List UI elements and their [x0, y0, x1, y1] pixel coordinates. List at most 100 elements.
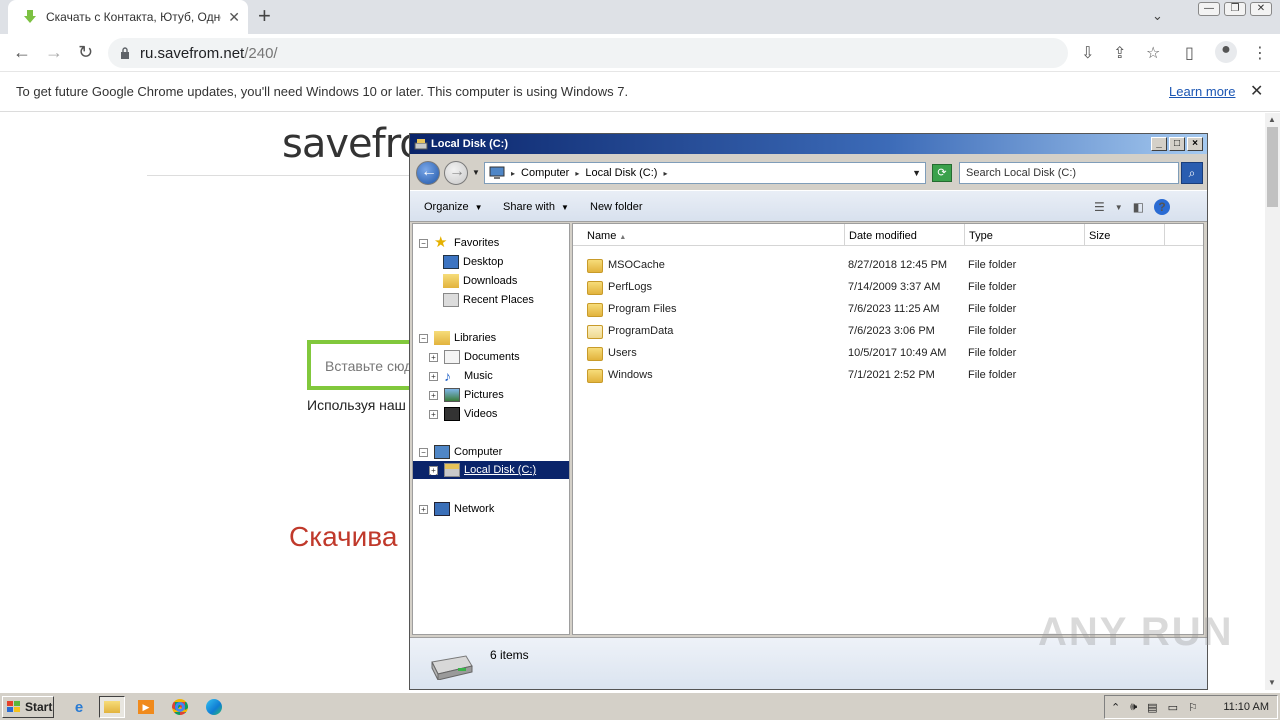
- back-arrow-icon[interactable]: ←: [13, 42, 31, 62]
- refresh-button[interactable]: ⟳: [932, 164, 952, 182]
- forward-arrow-icon[interactable]: →: [45, 42, 63, 62]
- explorer-minimize-button[interactable]: _: [1151, 137, 1167, 151]
- file-name: PerfLogs: [608, 281, 653, 293]
- clock[interactable]: 11:10 AM: [1223, 701, 1269, 713]
- explorer-back-button[interactable]: ←: [416, 161, 440, 185]
- taskbar: Start e ▶ ⌃ 🕪 ▤ ▭ ⚐ 11:10 AM: [0, 692, 1280, 720]
- taskbar-edge[interactable]: [201, 696, 227, 718]
- minimize-window-button[interactable]: —: [1198, 2, 1220, 16]
- infobar-message: To get future Google Chrome updates, you…: [16, 84, 629, 99]
- folder-icon: [587, 303, 603, 317]
- nav-music[interactable]: + ♪ Music: [429, 369, 493, 383]
- display-icon[interactable]: ▭: [1168, 701, 1178, 714]
- menu-kebab-icon[interactable]: ⋮: [1252, 43, 1268, 63]
- file-row[interactable]: Windows 7/1/2021 2:52 PM File folder: [573, 364, 1203, 386]
- browser-tab[interactable]: Скачать с Контакта, Ютуб, Одноклассников…: [8, 0, 248, 34]
- expand-icon[interactable]: +: [429, 390, 438, 400]
- share-with-menu[interactable]: Share with ▼: [503, 201, 569, 213]
- breadcrumb-separator-icon[interactable]: ▸: [663, 169, 667, 178]
- expand-icon[interactable]: +: [429, 371, 438, 381]
- file-row[interactable]: Program Files 7/6/2023 11:25 AM File folde…: [573, 298, 1203, 320]
- page-scrollbar[interactable]: [1265, 113, 1280, 690]
- file-row[interactable]: PerfLogs 7/14/2009 3:37 AM File folder: [573, 276, 1203, 298]
- expand-icon[interactable]: +: [429, 409, 438, 419]
- column-size[interactable]: Size: [1085, 224, 1165, 246]
- new-tab-button[interactable]: +: [258, 4, 271, 28]
- taskbar-chrome[interactable]: [167, 696, 193, 718]
- address-history-dropdown-icon[interactable]: ▼: [912, 168, 921, 178]
- nav-computer[interactable]: − Computer: [419, 445, 502, 459]
- preview-pane-icon[interactable]: ◧: [1133, 200, 1144, 214]
- show-hidden-icons-icon[interactable]: ⌃: [1111, 701, 1120, 714]
- file-row[interactable]: ProgramData 7/6/2023 3:06 PM File folder: [573, 320, 1203, 342]
- collapse-icon[interactable]: −: [419, 447, 428, 457]
- nav-libraries[interactable]: − Libraries: [419, 331, 496, 345]
- profile-avatar-icon[interactable]: ●: [1215, 41, 1237, 63]
- nav-network[interactable]: + Network: [419, 502, 494, 516]
- side-panel-icon[interactable]: ▯: [1185, 43, 1194, 63]
- taskbar-media-player[interactable]: ▶: [133, 696, 159, 718]
- taskbar-explorer[interactable]: [99, 696, 125, 718]
- nav-computer-label: Computer: [454, 446, 503, 458]
- nav-videos[interactable]: + Videos: [429, 407, 497, 421]
- breadcrumb-local-disk[interactable]: Local Disk (C:): [585, 167, 657, 179]
- taskbar-ie[interactable]: e: [66, 696, 92, 718]
- recent-pages-chevron-icon[interactable]: ▼: [472, 168, 480, 177]
- explorer-address-bar[interactable]: ▸ Computer ▸ Local Disk (C:) ▸ ▼: [484, 162, 926, 184]
- install-app-icon[interactable]: ⇩: [1081, 43, 1094, 63]
- start-button[interactable]: Start: [2, 696, 54, 718]
- expand-icon[interactable]: +: [419, 504, 428, 514]
- explorer-titlebar[interactable]: Local Disk (C:) _ □ ×: [410, 134, 1207, 154]
- volume-icon[interactable]: 🕪: [1130, 701, 1137, 714]
- nav-local-disk[interactable]: + Local Disk (C:): [413, 461, 569, 479]
- tab-search-chevron-icon[interactable]: ⌄: [1152, 8, 1163, 24]
- scroll-up-icon[interactable]: ▲: [1268, 115, 1276, 124]
- close-tab-icon[interactable]: ✕: [228, 9, 240, 26]
- help-icon[interactable]: ?: [1154, 199, 1171, 215]
- breadcrumb-computer[interactable]: Computer: [521, 167, 569, 179]
- folder-icon: [587, 325, 603, 339]
- close-window-button[interactable]: ✕: [1250, 2, 1272, 16]
- file-name: Program Files: [608, 303, 677, 315]
- file-row[interactable]: Users 10/5/2017 10:49 AM File folder: [573, 342, 1203, 364]
- expand-icon[interactable]: +: [429, 352, 438, 362]
- network-status-icon[interactable]: ▤: [1147, 701, 1157, 714]
- nav-downloads[interactable]: Downloads: [443, 274, 517, 288]
- collapse-icon[interactable]: −: [419, 238, 428, 248]
- change-view-icon[interactable]: ☰: [1094, 200, 1105, 214]
- column-name[interactable]: Name ▲: [573, 224, 845, 246]
- breadcrumb-separator-icon[interactable]: ▸: [575, 169, 579, 178]
- new-folder-button[interactable]: New folder: [590, 201, 643, 213]
- close-infobar-icon[interactable]: ✕: [1250, 81, 1263, 101]
- breadcrumb-separator-icon[interactable]: ▸: [511, 169, 515, 178]
- nav-documents[interactable]: + Documents: [429, 350, 520, 364]
- action-center-flag-icon[interactable]: ⚐: [1188, 701, 1198, 714]
- view-options-dropdown-icon[interactable]: ▼: [1115, 203, 1123, 212]
- address-bar[interactable]: ru.savefrom.net/240/: [108, 38, 1068, 68]
- file-row[interactable]: MSOCache 8/27/2018 12:45 PM File folder: [573, 254, 1203, 276]
- bookmark-star-icon[interactable]: ☆: [1146, 43, 1160, 63]
- nav-recent-places[interactable]: Recent Places: [443, 293, 534, 307]
- file-date: 7/1/2021 2:52 PM: [848, 369, 935, 381]
- explorer-forward-button[interactable]: →: [444, 161, 468, 185]
- explorer-maximize-button[interactable]: □: [1169, 137, 1185, 151]
- organize-menu[interactable]: Organize ▼: [424, 201, 483, 213]
- folder-icon: [587, 281, 603, 295]
- collapse-icon[interactable]: −: [419, 333, 428, 343]
- scroll-down-icon[interactable]: ▼: [1268, 678, 1276, 687]
- search-input[interactable]: Search Local Disk (C:): [959, 162, 1179, 184]
- share-icon[interactable]: ⇪: [1113, 43, 1126, 63]
- restore-window-button[interactable]: ❐: [1224, 2, 1246, 16]
- expand-icon[interactable]: +: [429, 465, 438, 475]
- reload-icon[interactable]: ↻: [78, 42, 93, 62]
- nav-desktop[interactable]: Desktop: [443, 255, 503, 269]
- learn-more-link[interactable]: Learn more: [1169, 84, 1235, 99]
- column-date-modified[interactable]: Date modified: [845, 224, 965, 246]
- search-icon[interactable]: ⌕: [1181, 162, 1203, 184]
- file-list: Name ▲ Date modified Type Size MSOCache 8…: [572, 223, 1204, 635]
- scrollbar-thumb[interactable]: [1267, 127, 1278, 207]
- explorer-close-button[interactable]: ×: [1187, 137, 1203, 151]
- nav-pictures[interactable]: + Pictures: [429, 388, 504, 402]
- nav-favorites[interactable]: − ★ Favorites: [419, 235, 499, 250]
- column-type[interactable]: Type: [965, 224, 1085, 246]
